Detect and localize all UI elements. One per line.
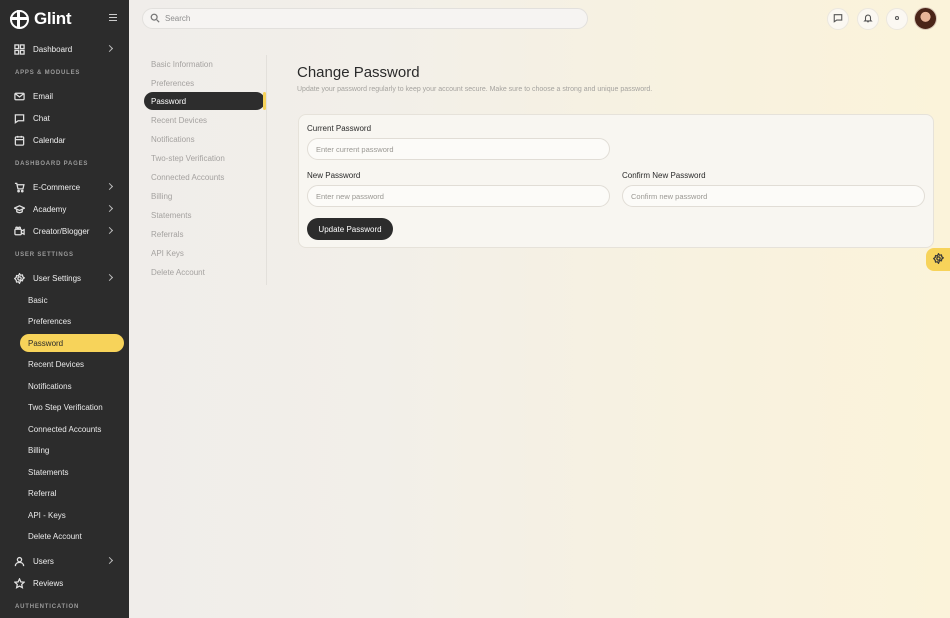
- sidebar-item-label: Reviews: [33, 578, 64, 588]
- chevron-right-icon: [105, 273, 114, 282]
- section-title-apps: APPS & MODULES: [15, 70, 81, 76]
- page-subtitle: Update your password regularly to keep y…: [297, 86, 653, 93]
- bell-icon: [863, 13, 873, 25]
- grid-icon: [13, 43, 25, 55]
- search-bar[interactable]: [142, 8, 588, 29]
- sidebar-subitem-basic[interactable]: Basic: [20, 291, 124, 309]
- message-icon: [833, 13, 843, 25]
- sidebar-item-calendar[interactable]: Calendar: [10, 131, 118, 149]
- sidebar-item-user-settings[interactable]: User Settings: [10, 269, 118, 287]
- confirm-password-input[interactable]: [631, 191, 924, 201]
- chevron-right-icon: [105, 182, 114, 191]
- sidebar-item-dashboard[interactable]: Dashboard: [10, 40, 118, 58]
- current-password-label: Current Password: [307, 124, 372, 133]
- user-icon: [13, 555, 25, 567]
- avatar[interactable]: [914, 7, 937, 30]
- messages-button[interactable]: [827, 8, 849, 30]
- update-password-button[interactable]: Update Password: [307, 218, 393, 240]
- sidebar-subitem-two-step[interactable]: Two Step Verification: [20, 399, 124, 417]
- customizer-toggle[interactable]: [926, 248, 950, 271]
- chevron-right-icon: [105, 204, 114, 213]
- gear-icon: [932, 252, 944, 266]
- sun-icon: [892, 13, 902, 25]
- menu-toggle-icon[interactable]: [109, 14, 117, 21]
- settings-menu: Basic Information Preferences Password R…: [144, 55, 267, 285]
- sidebar-item-label: Calendar: [33, 135, 66, 145]
- sidebar-item-label: Users: [33, 556, 54, 566]
- sidebar-item-email[interactable]: Email: [10, 87, 118, 105]
- brand[interactable]: Glint: [10, 8, 72, 30]
- settings-menu-item[interactable]: Referrals: [144, 225, 265, 243]
- chat-icon: [13, 112, 25, 124]
- sidebar-item-label: Chat: [33, 113, 50, 123]
- settings-menu-item[interactable]: Basic Information: [144, 55, 265, 73]
- settings-menu-item[interactable]: Recent Devices: [144, 111, 265, 129]
- chevron-right-icon: [105, 556, 114, 565]
- sidebar-subitem-preferences[interactable]: Preferences: [20, 313, 124, 331]
- sidebar-item-chat[interactable]: Chat: [10, 109, 118, 127]
- settings-menu-item[interactable]: Connected Accounts: [144, 168, 265, 186]
- search-icon: [150, 13, 160, 25]
- sidebar-item-ecommerce[interactable]: E-Commerce: [10, 178, 118, 196]
- sidebar-item-label: Email: [33, 91, 54, 101]
- section-title-user-settings: USER SETTINGS: [15, 252, 74, 258]
- sidebar-subitem-api-keys[interactable]: API - Keys: [20, 506, 124, 524]
- settings-menu-item[interactable]: Statements: [144, 206, 265, 224]
- theme-toggle-button[interactable]: [886, 8, 908, 30]
- cart-icon: [13, 181, 25, 193]
- mail-icon: [13, 90, 25, 102]
- sidebar-item-label: Academy: [33, 204, 67, 214]
- chevron-right-icon: [105, 226, 114, 235]
- confirm-password-label: Confirm New Password: [622, 171, 706, 180]
- sidebar-subitem-notifications[interactable]: Notifications: [20, 377, 124, 395]
- settings-menu-item[interactable]: Preferences: [144, 74, 265, 92]
- section-title-authentication: AUTHENTICATION: [15, 604, 80, 610]
- notifications-button[interactable]: [857, 8, 879, 30]
- sidebar-item-label: E-Commerce: [33, 182, 81, 192]
- section-title-dashboard-pages: DASHBOARD PAGES: [15, 161, 89, 167]
- sidebar: Glint Dashboard APPS & MODULES Email Cha…: [0, 0, 129, 618]
- sidebar-subitem-password[interactable]: Password: [20, 334, 124, 352]
- search-input[interactable]: [165, 14, 565, 23]
- current-password-input[interactable]: [316, 144, 609, 154]
- active-indicator: [263, 92, 266, 110]
- settings-menu-item[interactable]: API Keys: [144, 244, 265, 262]
- sidebar-item-label: Creator/Blogger: [33, 226, 90, 236]
- page-title: Change Password: [297, 64, 420, 81]
- sidebar-subitem-connected-accounts[interactable]: Connected Accounts: [20, 420, 124, 438]
- sidebar-subitem-referral[interactable]: Referral: [20, 485, 124, 503]
- new-password-field[interactable]: [307, 185, 610, 207]
- calendar-icon: [13, 134, 25, 146]
- settings-menu-item[interactable]: Notifications: [144, 130, 265, 148]
- star-icon: [13, 577, 25, 589]
- sidebar-item-users[interactable]: Users: [10, 552, 118, 570]
- confirm-password-field[interactable]: [622, 185, 925, 207]
- brand-logo-icon: [10, 9, 29, 29]
- sidebar-subitem-recent-devices[interactable]: Recent Devices: [20, 356, 124, 374]
- sidebar-subitem-delete-account[interactable]: Delete Account: [20, 528, 124, 546]
- new-password-input[interactable]: [316, 191, 609, 201]
- sidebar-item-label: Dashboard: [33, 44, 73, 54]
- settings-menu-item[interactable]: Two-step Verification: [144, 149, 265, 167]
- settings-menu-item[interactable]: Delete Account: [144, 263, 265, 281]
- graduation-cap-icon: [13, 203, 25, 215]
- password-form-card: [298, 114, 934, 248]
- video-camera-icon: [13, 225, 25, 237]
- settings-menu-item[interactable]: Billing: [144, 187, 265, 205]
- sidebar-item-creator[interactable]: Creator/Blogger: [10, 222, 118, 240]
- chevron-right-icon: [105, 44, 114, 53]
- current-password-field[interactable]: [307, 138, 610, 160]
- sidebar-subitem-statements[interactable]: Statements: [20, 463, 124, 481]
- sidebar-item-academy[interactable]: Academy: [10, 200, 118, 218]
- sidebar-item-label: User Settings: [33, 273, 82, 283]
- sidebar-subitem-billing[interactable]: Billing: [20, 442, 124, 460]
- settings-menu-item-active[interactable]: Password: [144, 92, 265, 110]
- gear-icon: [13, 272, 25, 284]
- new-password-label: New Password: [307, 171, 361, 180]
- sidebar-item-reviews[interactable]: Reviews: [10, 574, 118, 592]
- brand-name: Glint: [34, 9, 72, 28]
